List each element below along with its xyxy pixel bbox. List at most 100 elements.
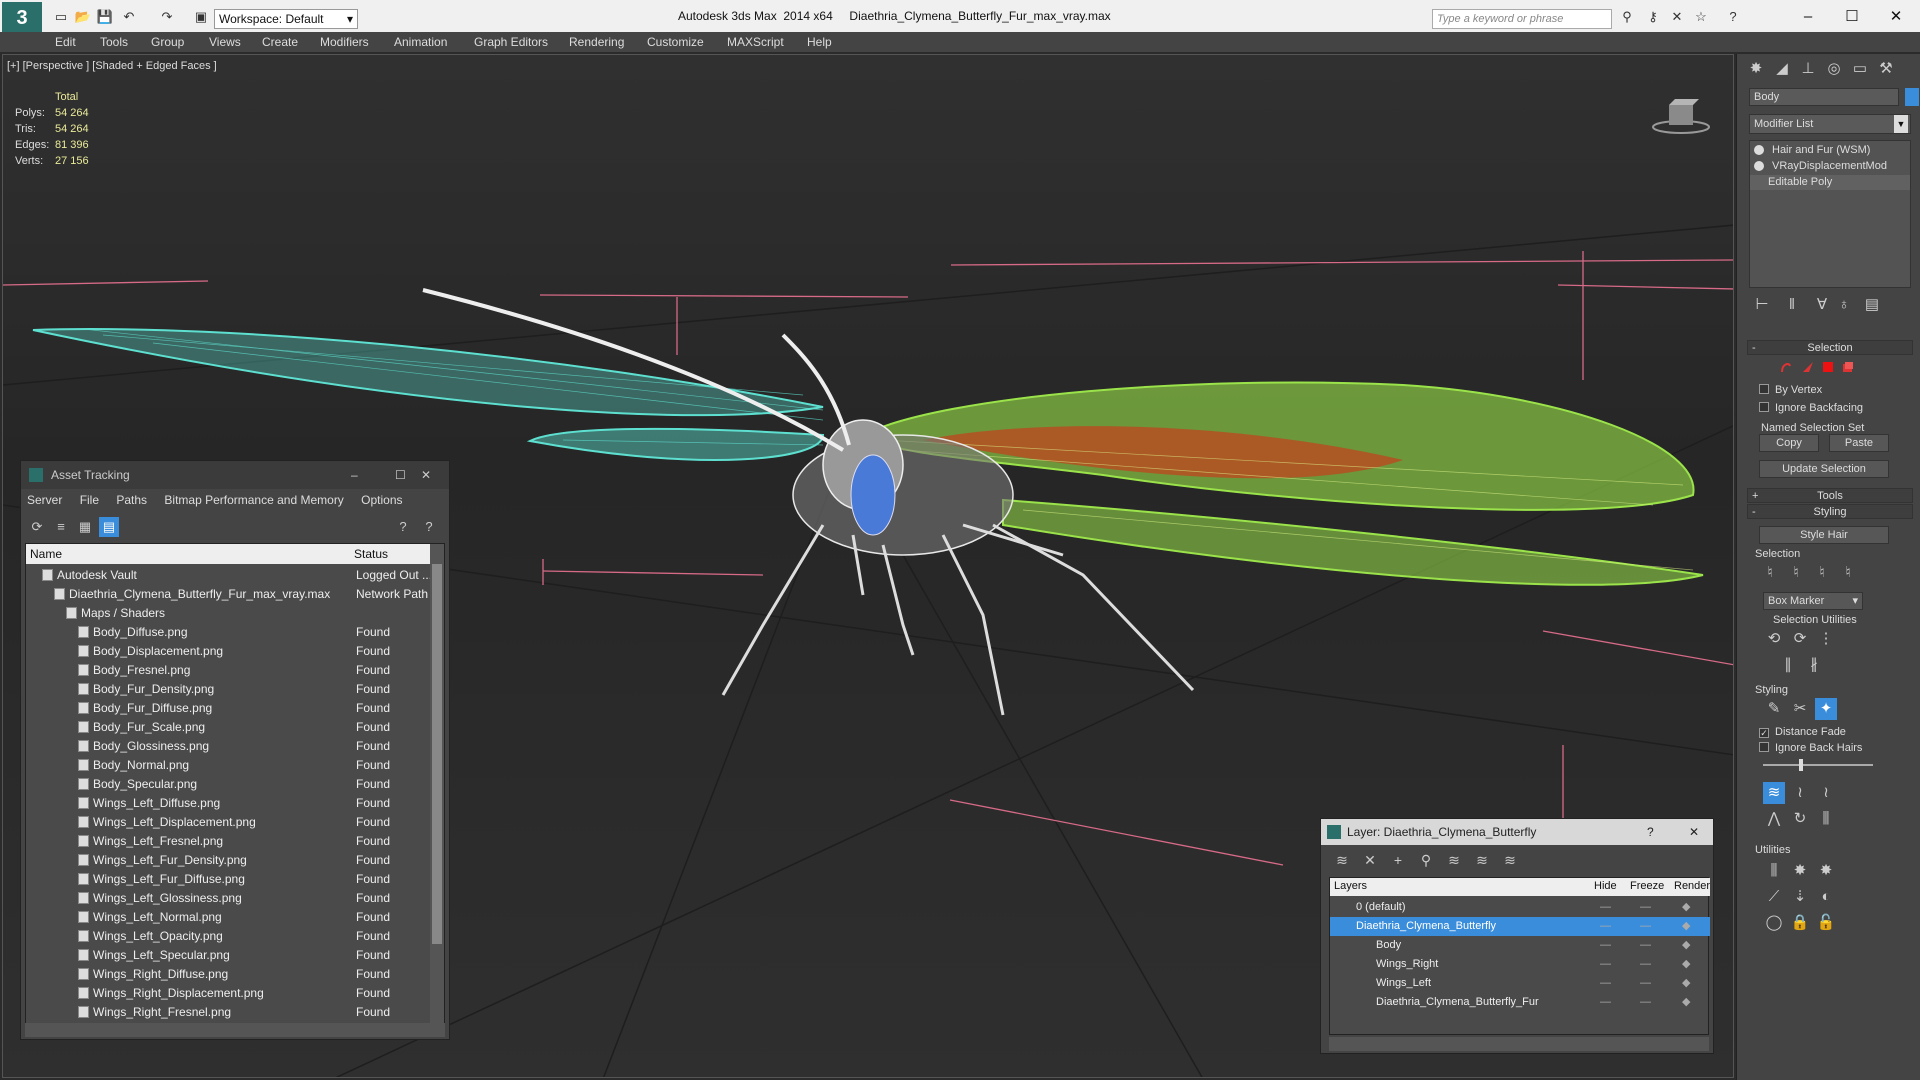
list-view-icon[interactable]: ≡: [51, 517, 71, 537]
rotate-hair-icon[interactable]: ↻: [1789, 808, 1811, 830]
freeze-toggle[interactable]: —: [1640, 993, 1651, 1012]
hair-select-icon[interactable]: ♮: [1759, 562, 1781, 584]
help-icon[interactable]: ?: [1647, 819, 1654, 845]
hide-selected-icon[interactable]: ∥: [1777, 654, 1799, 676]
table-row[interactable]: Wings_Left_Displacement.png Found: [26, 813, 432, 832]
render-icon[interactable]: ◆: [1682, 993, 1690, 1012]
distance-fade-checkbox[interactable]: ✓ Distance Fade: [1759, 726, 1846, 738]
render-icon[interactable]: ◆: [1682, 898, 1690, 917]
menu-customize[interactable]: Customize: [647, 35, 704, 49]
stand-hair-icon[interactable]: ≀: [1789, 782, 1811, 804]
pop-selected-icon[interactable]: ✸: [1789, 860, 1811, 882]
hide-toggle[interactable]: —: [1600, 898, 1611, 917]
table-row[interactable]: Body_Fur_Density.png Found: [26, 680, 432, 699]
hair-select-subtract-icon[interactable]: ♮: [1811, 562, 1833, 584]
table-row[interactable]: Wings_Left_Glossiness.png Found: [26, 889, 432, 908]
hide-toggle[interactable]: —: [1600, 993, 1611, 1012]
new-file-icon[interactable]: ▭: [52, 9, 70, 25]
menu-modifiers[interactable]: Modifiers: [320, 35, 369, 49]
redo-icon[interactable]: ↷: [158, 9, 176, 25]
layer-explorer-titlebar[interactable]: Layer: Diaethria_Clymena_Butterfly ? ✕: [1321, 819, 1713, 845]
rotate-selection-icon[interactable]: ⟳: [1789, 628, 1811, 650]
binoculars-icon[interactable]: ⚲: [1618, 9, 1636, 25]
add-to-layer-icon[interactable]: +: [1387, 849, 1409, 871]
column-name[interactable]: Name: [30, 547, 62, 561]
menu-bitmap-performance[interactable]: Bitmap Performance and Memory: [164, 493, 343, 507]
table-row[interactable]: Wings_Left_Fur_Density.png Found: [26, 851, 432, 870]
invert-selection-icon[interactable]: ⟲: [1763, 628, 1785, 650]
lightbulb-icon[interactable]: [1754, 161, 1764, 171]
attenuate-icon[interactable]: ⫼: [1763, 860, 1785, 882]
ignore-backfacing-checkbox[interactable]: Ignore Backfacing: [1759, 402, 1863, 414]
minimize-button[interactable]: –: [351, 461, 358, 489]
pin-stack-icon[interactable]: ⊢: [1751, 294, 1773, 316]
render-icon[interactable]: ◆: [1682, 936, 1690, 955]
table-row[interactable]: Body_Displacement.png Found: [26, 642, 432, 661]
render-icon[interactable]: ◆: [1682, 955, 1690, 974]
tools-rollout-header[interactable]: + Tools: [1747, 488, 1913, 503]
menu-group[interactable]: Group: [151, 35, 184, 49]
menu-options[interactable]: Options: [361, 493, 402, 507]
workspace-dropdown[interactable]: Workspace: Default ▾: [214, 9, 358, 29]
hierarchy-tab-icon[interactable]: ⊥: [1797, 58, 1819, 80]
undo-icon[interactable]: ↶: [120, 9, 138, 25]
remove-modifier-icon[interactable]: ♁: [1833, 294, 1855, 316]
table-row[interactable]: Diaethria_Clymena_Butterfly_Fur_max_vray…: [26, 585, 432, 604]
globe-icon[interactable]: ◯: [1763, 912, 1785, 934]
hide-toggle[interactable]: —: [1600, 974, 1611, 993]
element-select-icon[interactable]: [1841, 360, 1855, 374]
translate-hair-icon[interactable]: ≋: [1763, 782, 1785, 804]
column-render[interactable]: Render: [1674, 880, 1710, 892]
toggle-collisions-icon[interactable]: ⟋: [1763, 886, 1785, 908]
table-row[interactable]: Wings_Right_Diffuse.png Found: [26, 965, 432, 984]
highlight-editor-icon[interactable]: ?: [393, 517, 413, 537]
display-tab-icon[interactable]: ▭: [1849, 58, 1871, 80]
create-tab-icon[interactable]: ✸: [1745, 58, 1767, 80]
render-icon[interactable]: ◆: [1682, 974, 1690, 993]
tools-icon[interactable]: ✕: [1668, 9, 1686, 25]
hide-toggle[interactable]: —: [1600, 955, 1611, 974]
scale-hair-icon[interactable]: ⫼: [1815, 808, 1837, 830]
select-hair-tool-icon[interactable]: ✦: [1815, 698, 1837, 720]
thumbnail-view-icon[interactable]: ▦: [75, 517, 95, 537]
minimize-button[interactable]: –: [1794, 6, 1822, 28]
highlight-layer-icon[interactable]: ≋: [1443, 849, 1465, 871]
style-hair-button[interactable]: Style Hair: [1759, 526, 1889, 544]
modify-tab-icon[interactable]: ◢: [1771, 58, 1793, 80]
recomb-icon[interactable]: ⇣: [1789, 886, 1811, 908]
table-row[interactable]: Wings_Left_Fur_Diffuse.png Found: [26, 870, 432, 889]
table-row[interactable]: Body_Fur_Scale.png Found: [26, 718, 432, 737]
help-icon[interactable]: ?: [419, 517, 439, 537]
menu-graph-editors[interactable]: Graph Editors: [474, 35, 548, 49]
freeze-toggle[interactable]: —: [1640, 936, 1651, 955]
table-row[interactable]: Body_Fur_Diffuse.png Found: [26, 699, 432, 718]
table-row[interactable]: Autodesk Vault Logged Out ...: [26, 566, 432, 585]
render-icon[interactable]: ◆: [1682, 917, 1690, 936]
menu-edit[interactable]: Edit: [55, 35, 76, 49]
copy-button[interactable]: Copy: [1759, 434, 1819, 452]
scrollbar-thumb[interactable]: [432, 564, 442, 944]
lock-icon[interactable]: 🔒: [1789, 912, 1811, 934]
update-selection-button[interactable]: Update Selection: [1759, 460, 1889, 478]
object-name-field[interactable]: Body: [1749, 88, 1899, 106]
configure-modifier-sets-icon[interactable]: ▤: [1861, 294, 1883, 316]
object-color-swatch[interactable]: [1905, 88, 1919, 106]
freeze-toggle[interactable]: —: [1640, 917, 1651, 936]
table-row[interactable]: Body_Normal.png Found: [26, 756, 432, 775]
pop-zero-sel-icon[interactable]: ✸: [1815, 860, 1837, 882]
hair-cut-icon[interactable]: ✂: [1789, 698, 1811, 720]
maximize-button[interactable]: ☐: [395, 461, 406, 489]
brush-size-slider[interactable]: [1763, 759, 1873, 771]
hide-all-icon[interactable]: ≋: [1471, 849, 1493, 871]
star-icon[interactable]: ☆: [1692, 9, 1710, 25]
make-unique-icon[interactable]: ∀: [1811, 294, 1833, 316]
vertical-scrollbar[interactable]: [430, 544, 444, 1028]
table-row[interactable]: Wings_Left_Normal.png Found: [26, 908, 432, 927]
hair-select-intersect-icon[interactable]: ♮: [1837, 562, 1859, 584]
puff-roots-icon[interactable]: ≀: [1815, 782, 1837, 804]
column-layers[interactable]: Layers: [1334, 880, 1367, 892]
motion-tab-icon[interactable]: ◎: [1823, 58, 1845, 80]
menu-server[interactable]: Server: [27, 493, 62, 507]
table-row[interactable]: Body_Diffuse.png Found: [26, 623, 432, 642]
asset-tracking-titlebar[interactable]: Asset Tracking – ☐ ✕: [21, 461, 449, 489]
